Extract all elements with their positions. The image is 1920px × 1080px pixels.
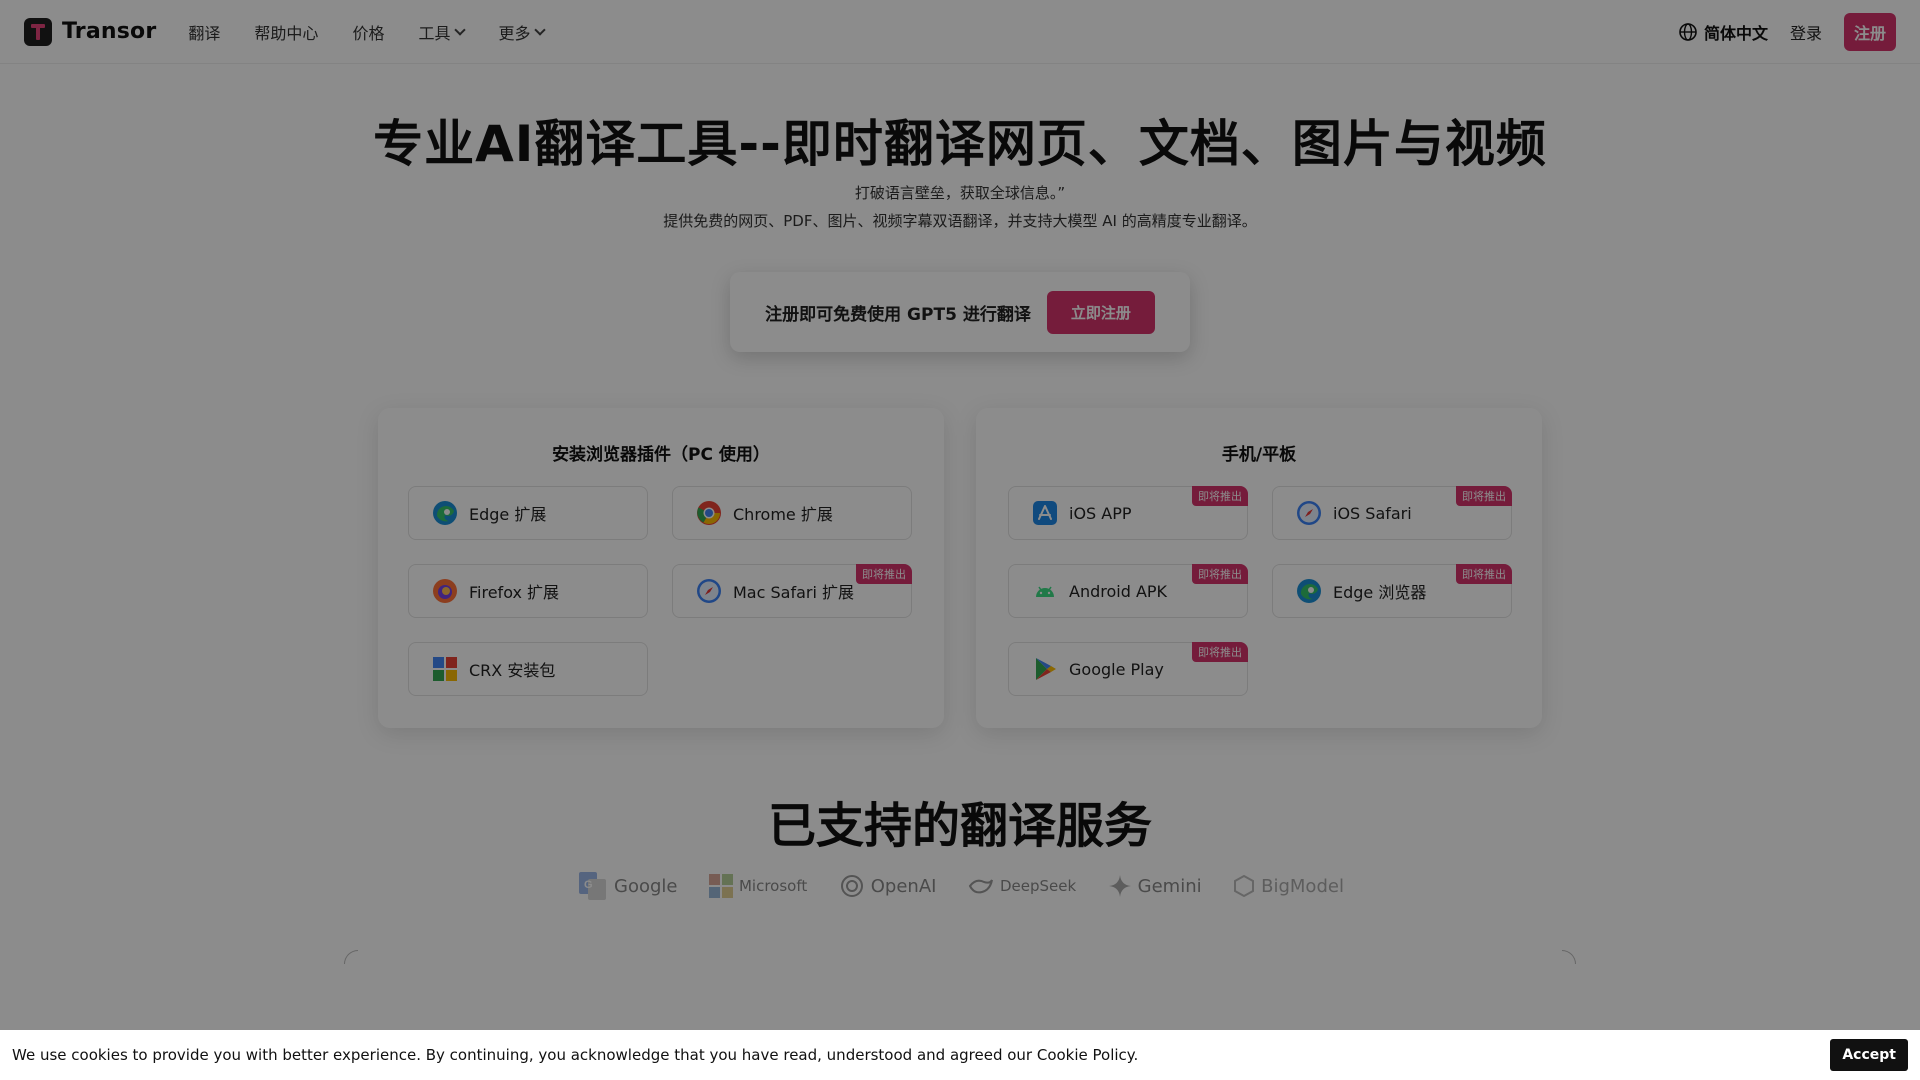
cookie-consent-bar: We use cookies to provide you with bette…: [0, 1030, 1920, 1080]
cookie-message: We use cookies to provide you with bette…: [12, 1046, 1139, 1064]
page-dim-overlay: [0, 0, 1920, 1080]
cookie-accept-button[interactable]: Accept: [1830, 1039, 1908, 1071]
